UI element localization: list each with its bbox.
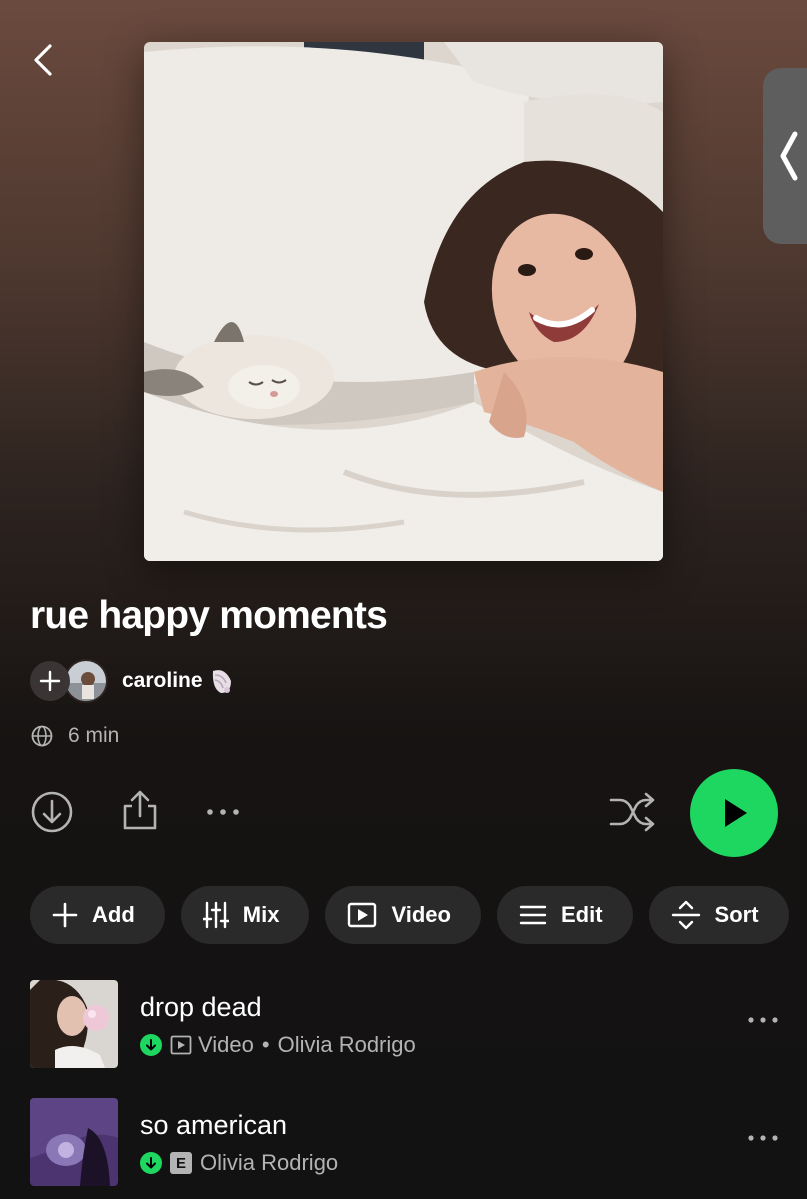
track-more-button[interactable] (746, 1128, 782, 1148)
video-chip[interactable]: Video (325, 886, 481, 944)
add-chip-label: Add (92, 902, 135, 927)
play-button[interactable] (690, 769, 778, 857)
edit-chip[interactable]: Edit (496, 886, 633, 944)
video-icon (170, 1035, 192, 1055)
sliders-icon (202, 901, 229, 929)
separator-dot: • (261, 1032, 270, 1057)
playlist-title: rue happy moments (30, 594, 388, 637)
chevron-left-icon (780, 131, 798, 181)
add-collaborator-button[interactable] (30, 661, 70, 701)
track-type: Video (198, 1032, 254, 1057)
more-options-button[interactable] (204, 802, 244, 827)
downloaded-icon (140, 1034, 162, 1056)
ellipsis-icon (748, 1017, 778, 1023)
playlist-meta: 6 min (30, 724, 119, 748)
share-icon (123, 790, 157, 830)
chevron-left-icon (34, 44, 52, 76)
action-bar (0, 766, 807, 858)
track-artist[interactable]: Olivia Rodrigo (278, 1032, 416, 1058)
playlist-cover-image (144, 42, 663, 561)
shell-emoji-icon (209, 667, 233, 695)
avatar[interactable] (64, 659, 108, 703)
mix-chip[interactable]: Mix (180, 886, 310, 944)
owner-row: caroline (30, 658, 233, 704)
track-subtitle: E Olivia Rodrigo (140, 1150, 338, 1176)
download-icon (31, 791, 73, 833)
shuffle-button[interactable] (608, 790, 656, 839)
share-button[interactable] (120, 788, 160, 837)
sort-chip[interactable]: Sort (648, 886, 789, 944)
plus-icon (39, 670, 61, 692)
explicit-badge: E (170, 1152, 192, 1174)
track-more-button[interactable] (746, 1010, 782, 1030)
sort-icon (671, 900, 700, 930)
play-icon (725, 799, 747, 827)
mix-chip-label: Mix (242, 902, 280, 927)
plus-icon (52, 902, 78, 928)
back-button[interactable] (22, 38, 66, 82)
sort-chip-label: Sort (714, 902, 759, 927)
track-title: so american (140, 1110, 288, 1140)
edit-chip-label: Edit (560, 902, 603, 927)
ellipsis-icon (748, 1135, 778, 1141)
track-row[interactable]: drop dead Video • Olivia Rodrigo (30, 980, 807, 1070)
add-chip[interactable]: Add (30, 886, 165, 944)
list-icon (519, 905, 547, 925)
download-button[interactable] (30, 790, 74, 839)
video-chip-label: Video (391, 902, 451, 927)
globe-icon (31, 725, 53, 747)
shuffle-icon (609, 792, 655, 832)
track-subtitle: Video • Olivia Rodrigo (140, 1032, 416, 1058)
downloaded-icon (140, 1152, 162, 1174)
track-row[interactable]: so american E Olivia Rodrigo (30, 1098, 807, 1188)
track-artwork (30, 1098, 118, 1186)
ellipsis-icon (207, 809, 239, 815)
filter-chips: Add Mix Video Edit Sort (30, 886, 789, 944)
track-artwork (30, 980, 118, 1068)
track-title: drop dead (140, 992, 262, 1022)
track-artist[interactable]: Olivia Rodrigo (200, 1150, 338, 1176)
owner-name[interactable]: caroline (122, 669, 203, 693)
playlist-duration: 6 min (68, 724, 120, 747)
video-icon (348, 902, 377, 928)
side-panel-handle[interactable] (763, 68, 807, 244)
